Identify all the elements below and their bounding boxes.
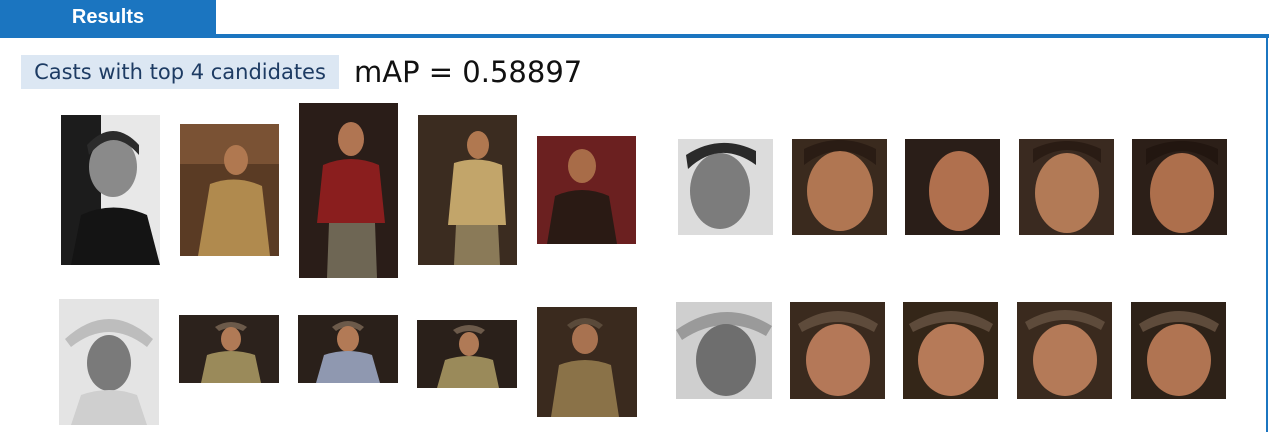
casts-badge: Casts with top 4 candidates <box>21 55 339 89</box>
results-tab-label: Results <box>71 5 145 28</box>
row2-face-3 <box>903 302 998 399</box>
row2-face-5 <box>1131 302 1226 399</box>
casts-badge-label: Casts with top 4 candidates <box>34 60 326 84</box>
map-score: mAP = 0.58897 <box>354 55 583 89</box>
panel-border <box>1266 38 1268 432</box>
row1-face-5 <box>1132 139 1227 235</box>
row1-candidate-4 <box>537 136 636 244</box>
row1-candidate-2 <box>299 103 398 278</box>
row2-face-4 <box>1017 302 1112 399</box>
row1-cast-photo <box>61 115 160 265</box>
row1-face-4 <box>1019 139 1114 235</box>
row1-candidate-3 <box>418 115 517 265</box>
row1-face-1 <box>678 139 773 235</box>
results-tab[interactable]: Results <box>0 0 216 34</box>
row1-face-2 <box>792 139 887 235</box>
row2-face-2 <box>790 302 885 399</box>
row1-face-3 <box>905 139 1000 235</box>
row2-cast-photo <box>59 299 159 425</box>
row2-candidate-3 <box>417 320 517 388</box>
row1-candidate-1 <box>180 124 279 256</box>
header-rule <box>0 34 1269 38</box>
row2-candidate-1 <box>179 315 279 383</box>
row2-candidate-2 <box>298 315 398 383</box>
row2-face-1 <box>676 302 772 399</box>
row2-candidate-4 <box>537 307 637 417</box>
